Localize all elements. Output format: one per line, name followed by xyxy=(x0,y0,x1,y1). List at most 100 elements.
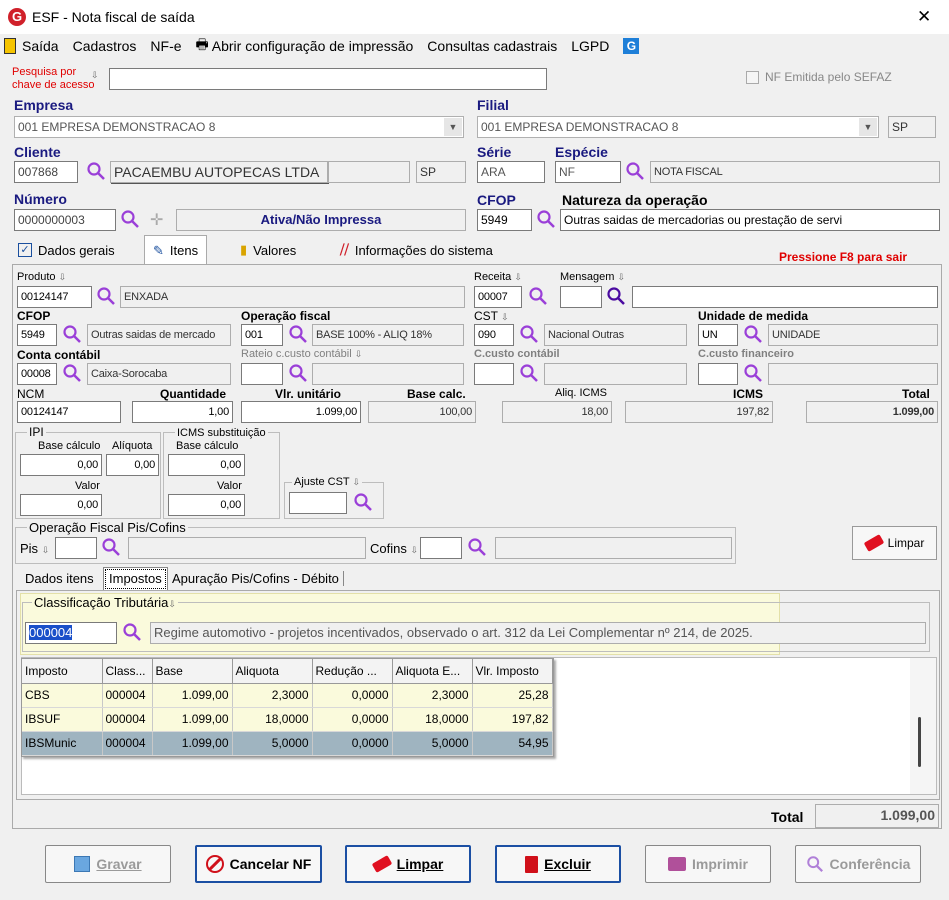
filial-select[interactable]: 001 EMPRESA DEMONSTRACAO 8 xyxy=(477,116,879,138)
system-icon: ⧸⧸ xyxy=(340,242,349,257)
qtd-input[interactable]: 1,00 xyxy=(132,401,233,423)
search-icon[interactable] xyxy=(288,324,310,346)
subtab-dados-itens[interactable]: Dados itens xyxy=(25,571,94,586)
search-icon[interactable] xyxy=(96,286,118,308)
serie-input[interactable]: ARA xyxy=(477,161,545,183)
conta-input[interactable]: 00008 xyxy=(17,363,57,385)
imprimir-button[interactable]: Imprimir xyxy=(645,845,771,883)
icmsst-valor-input[interactable]: 0,00 xyxy=(168,494,245,516)
um-input[interactable]: UN xyxy=(698,324,738,346)
natureza-input[interactable]: Outras saidas de mercadorias ou prestaçã… xyxy=(560,209,940,231)
search-icon[interactable] xyxy=(528,286,550,308)
cfop-top-input[interactable]: 5949 xyxy=(477,209,532,231)
menu-lgpd[interactable]: LGPD xyxy=(571,38,609,54)
search-icon[interactable] xyxy=(288,363,310,385)
ncm-input[interactable]: 00124147 xyxy=(17,401,121,423)
cancelar-nf-button[interactable]: Cancelar NF xyxy=(195,845,322,883)
grid-header[interactable]: Aliquota xyxy=(232,659,313,684)
search-icon[interactable] xyxy=(519,324,541,346)
icmsst-base-input[interactable]: 0,00 xyxy=(168,454,245,476)
search-icon[interactable] xyxy=(62,324,84,346)
coins-icon: ▮ xyxy=(240,242,248,257)
tab-valores[interactable]: ▮ Valores xyxy=(232,237,304,263)
search-icon[interactable] xyxy=(625,161,647,183)
plus-icon[interactable]: ✛ xyxy=(150,210,163,230)
empresa-select[interactable]: 001 EMPRESA DEMONSTRACAO 8 xyxy=(14,116,464,138)
cst-input[interactable]: 090 xyxy=(474,324,514,346)
scrollbar-thumb[interactable] xyxy=(918,717,921,767)
menu-consultas[interactable]: Consultas cadastrais xyxy=(427,38,557,54)
mensagem-desc[interactable] xyxy=(632,286,938,308)
ccusto-input[interactable] xyxy=(474,363,514,385)
table-row[interactable]: IBSMunic 000004 1.099,00 5,0000 0,0000 5,0000… xyxy=(22,731,553,756)
opfiscal-input[interactable]: 001 xyxy=(241,324,283,346)
cofins-input[interactable] xyxy=(420,537,462,559)
gravar-button[interactable]: Gravar xyxy=(45,845,171,883)
table-row[interactable]: CBS 000004 1.099,00 2,3000 0,0000 2,3000 25,28 xyxy=(22,683,553,708)
ccfin-input[interactable] xyxy=(698,363,738,385)
search-icon[interactable] xyxy=(519,363,541,385)
sefaz-checkbox[interactable] xyxy=(746,71,759,84)
rateio-desc xyxy=(312,363,464,385)
chevron-down-icon[interactable]: ▼ xyxy=(859,118,877,136)
numero-input[interactable]: 0000000003 xyxy=(14,209,116,231)
especie-input[interactable]: NF xyxy=(555,161,621,183)
grid-scrollbar[interactable] xyxy=(910,658,936,794)
ipi-aliq-input[interactable]: 0,00 xyxy=(106,454,159,476)
search-icon[interactable] xyxy=(122,622,144,644)
produto-code-input[interactable]: 00124147 xyxy=(17,286,92,308)
limpar-button[interactable]: Limpar xyxy=(345,845,471,883)
ipi-aliq-label: Alíquota xyxy=(112,440,153,452)
search-icon[interactable] xyxy=(86,161,108,183)
cfop-input[interactable]: 5949 xyxy=(17,324,57,346)
excluir-button[interactable]: Excluir xyxy=(495,845,621,883)
pis-input[interactable] xyxy=(55,537,97,559)
receita-input[interactable]: 00007 xyxy=(474,286,522,308)
exit-icon[interactable] xyxy=(4,38,16,54)
g-logo-icon[interactable]: G xyxy=(623,38,640,54)
subtab-apuracao[interactable]: Apuração Pis/Cofins - Débito xyxy=(172,571,344,586)
search-icon[interactable] xyxy=(606,286,628,308)
search-icon[interactable] xyxy=(353,492,375,514)
search-icon[interactable] xyxy=(467,537,489,559)
search-icon[interactable] xyxy=(743,363,765,385)
ipi-base-input[interactable]: 0,00 xyxy=(20,454,102,476)
grid-header[interactable]: Class... xyxy=(102,659,153,684)
ajuste-input[interactable] xyxy=(289,492,347,514)
filial-label: Filial xyxy=(477,97,509,113)
menu-abrir-config[interactable]: Abrir configuração de impressão xyxy=(212,38,414,54)
subtab-impostos[interactable]: Impostos xyxy=(103,567,168,591)
grid-header[interactable]: Redução ... xyxy=(312,659,393,684)
tab-dados-gerais[interactable]: ✓ Dados gerais xyxy=(10,237,123,263)
conferencia-button[interactable]: Conferência xyxy=(795,845,921,883)
classif-code-input[interactable]: 000004 xyxy=(25,622,117,644)
menu-cadastros[interactable]: Cadastros xyxy=(73,38,137,54)
ipi-valor-input[interactable]: 0,00 xyxy=(20,494,102,516)
search-icon[interactable] xyxy=(101,537,123,559)
menu-sair[interactable]: Saída xyxy=(22,38,59,54)
search-icon[interactable] xyxy=(743,324,765,346)
cliente-code-input[interactable]: 007868 xyxy=(14,161,78,183)
close-icon[interactable]: ✕ xyxy=(917,7,931,27)
menu-nfe[interactable]: NF-e xyxy=(150,38,181,54)
tab-info-sistema[interactable]: ⧸⧸ Informações do sistema xyxy=(332,237,501,263)
chevron-down-icon[interactable]: ▼ xyxy=(444,118,462,136)
grid-header[interactable]: Base xyxy=(152,659,233,684)
table-row[interactable]: IBSUF 000004 1.099,00 18,0000 0,0000 18,0000 1… xyxy=(22,707,553,732)
limpar-small-button[interactable]: Limpar xyxy=(852,526,937,560)
cliente-name: PACAEMBU AUTOPECAS LTDA xyxy=(110,161,328,183)
ipi-valor-label: Valor xyxy=(75,480,100,492)
grid-header[interactable]: Aliquota E... xyxy=(392,659,473,684)
table-cell: 000004 xyxy=(102,707,153,732)
table-cell: 1.099,00 xyxy=(152,731,233,756)
grid-header[interactable]: Imposto xyxy=(22,659,103,684)
tab-itens[interactable]: ✎ Itens xyxy=(144,235,208,265)
search-key-input[interactable] xyxy=(109,68,547,90)
vlr-input[interactable]: 1.099,00 xyxy=(241,401,361,423)
search-icon[interactable] xyxy=(120,209,142,231)
search-icon[interactable] xyxy=(536,209,558,231)
search-icon[interactable] xyxy=(62,363,84,385)
grid-header[interactable]: Vlr. Imposto xyxy=(472,659,553,684)
mensagem-input[interactable] xyxy=(560,286,602,308)
rateio-input[interactable] xyxy=(241,363,283,385)
